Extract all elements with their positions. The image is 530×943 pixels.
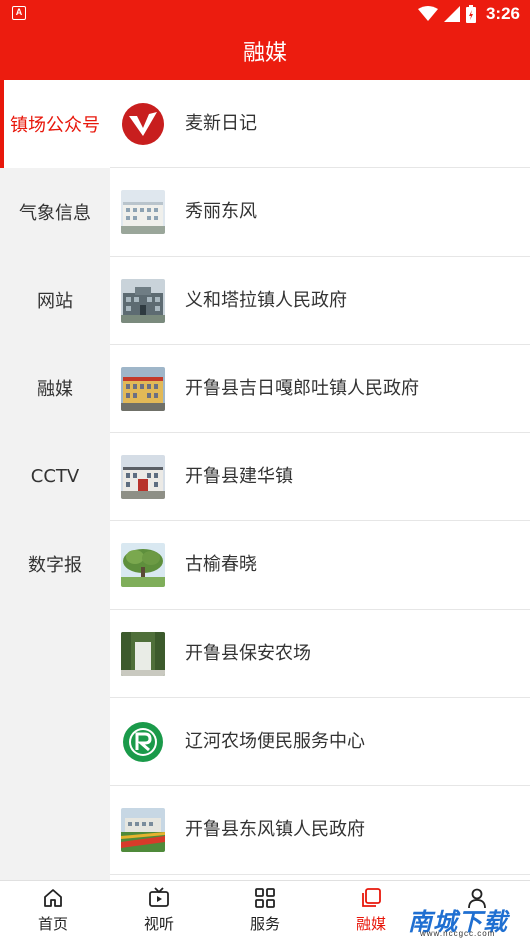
tab-label: 服务	[250, 913, 280, 934]
media-icon	[360, 887, 382, 909]
sidebar-item-label: 网站	[37, 287, 73, 313]
sidebar-item-cctv[interactable]: CCTV	[0, 432, 110, 520]
list-item-image	[121, 190, 165, 234]
list-item[interactable]: 开鲁县吉日嘎郎吐镇人民政府	[110, 345, 530, 433]
list-item-image	[121, 808, 165, 852]
sidebar-item-label: CCTV	[31, 466, 79, 487]
sidebar-item-label: 镇场公众号	[10, 111, 100, 137]
sidebar-item-digital-paper[interactable]: 数字报	[0, 520, 110, 608]
list-item-label: 开鲁县东风镇人民政府	[185, 786, 365, 874]
status-bar: A 3:26	[0, 0, 530, 28]
sidebar-item-label: 融媒	[37, 375, 73, 401]
list-item-image	[121, 455, 165, 499]
list-item-logo	[121, 720, 165, 764]
list-item-label: 开鲁县建华镇	[185, 433, 293, 521]
page-title: 融媒	[0, 28, 530, 80]
sidebar-item-official-accounts[interactable]: 镇场公众号	[0, 80, 110, 168]
tab-home[interactable]: 首页	[0, 881, 106, 943]
watermark-url: www.nccgcc.com	[420, 929, 495, 938]
app-notification-icon: A	[12, 6, 26, 20]
list-item[interactable]: 古榆春晓	[110, 521, 530, 609]
home-icon	[42, 887, 64, 909]
sidebar-item-label: 气象信息	[19, 199, 91, 225]
list-item[interactable]: 开鲁县东风镇人民政府	[110, 786, 530, 874]
signal-icon	[444, 6, 460, 22]
sidebar: 镇场公众号 气象信息 网站 融媒 CCTV 数字报	[0, 80, 110, 880]
tab-label: 视听	[144, 913, 174, 934]
list-item[interactable]: 开鲁县建华镇	[110, 433, 530, 521]
list-item[interactable]: 秀丽东风	[110, 168, 530, 256]
tab-label: 首页	[38, 913, 68, 934]
sidebar-item-media[interactable]: 融媒	[0, 344, 110, 432]
status-icons: 3:26	[418, 4, 520, 24]
list-item[interactable]: 麦新日记	[110, 80, 530, 168]
sidebar-item-label: 数字报	[28, 551, 82, 577]
list-item[interactable]: 开鲁县保安农场	[110, 610, 530, 698]
tab-services[interactable]: 服务	[212, 881, 318, 943]
tab-audiovisual[interactable]: 视听	[106, 881, 212, 943]
list-item-label: 义和塔拉镇人民政府	[185, 257, 347, 345]
list-item-image	[121, 279, 165, 323]
grid-icon	[254, 887, 276, 909]
wifi-icon	[418, 6, 438, 22]
sidebar-item-website[interactable]: 网站	[0, 256, 110, 344]
watermark-logo: 南城下载 www.nccgcc.com	[402, 904, 520, 936]
tv-icon	[148, 887, 170, 909]
account-list: 麦新日记 秀丽东风 义和塔拉镇人民政府 开鲁县吉日嘎郎吐镇人民政府 开鲁县建华镇…	[110, 80, 530, 880]
list-item-image	[121, 632, 165, 676]
list-item-label: 开鲁县吉日嘎郎吐镇人民政府	[185, 345, 419, 433]
list-item[interactable]: 辽河农场便民服务中心	[110, 698, 530, 786]
battery-icon	[466, 5, 476, 23]
list-item-label: 秀丽东风	[185, 168, 257, 256]
list-item[interactable]: 义和塔拉镇人民政府	[110, 257, 530, 345]
list-item-image	[121, 367, 165, 411]
list-item-label: 麦新日记	[185, 80, 257, 168]
list-item-label: 开鲁县保安农场	[185, 610, 311, 698]
sidebar-item-weather[interactable]: 气象信息	[0, 168, 110, 256]
tab-label: 融媒	[356, 913, 386, 934]
list-item-label: 辽河农场便民服务中心	[185, 698, 365, 786]
clock: 3:26	[486, 4, 520, 24]
list-item-label: 古榆春晓	[185, 521, 257, 609]
list-item-logo	[121, 102, 165, 146]
list-item-image	[121, 543, 165, 587]
